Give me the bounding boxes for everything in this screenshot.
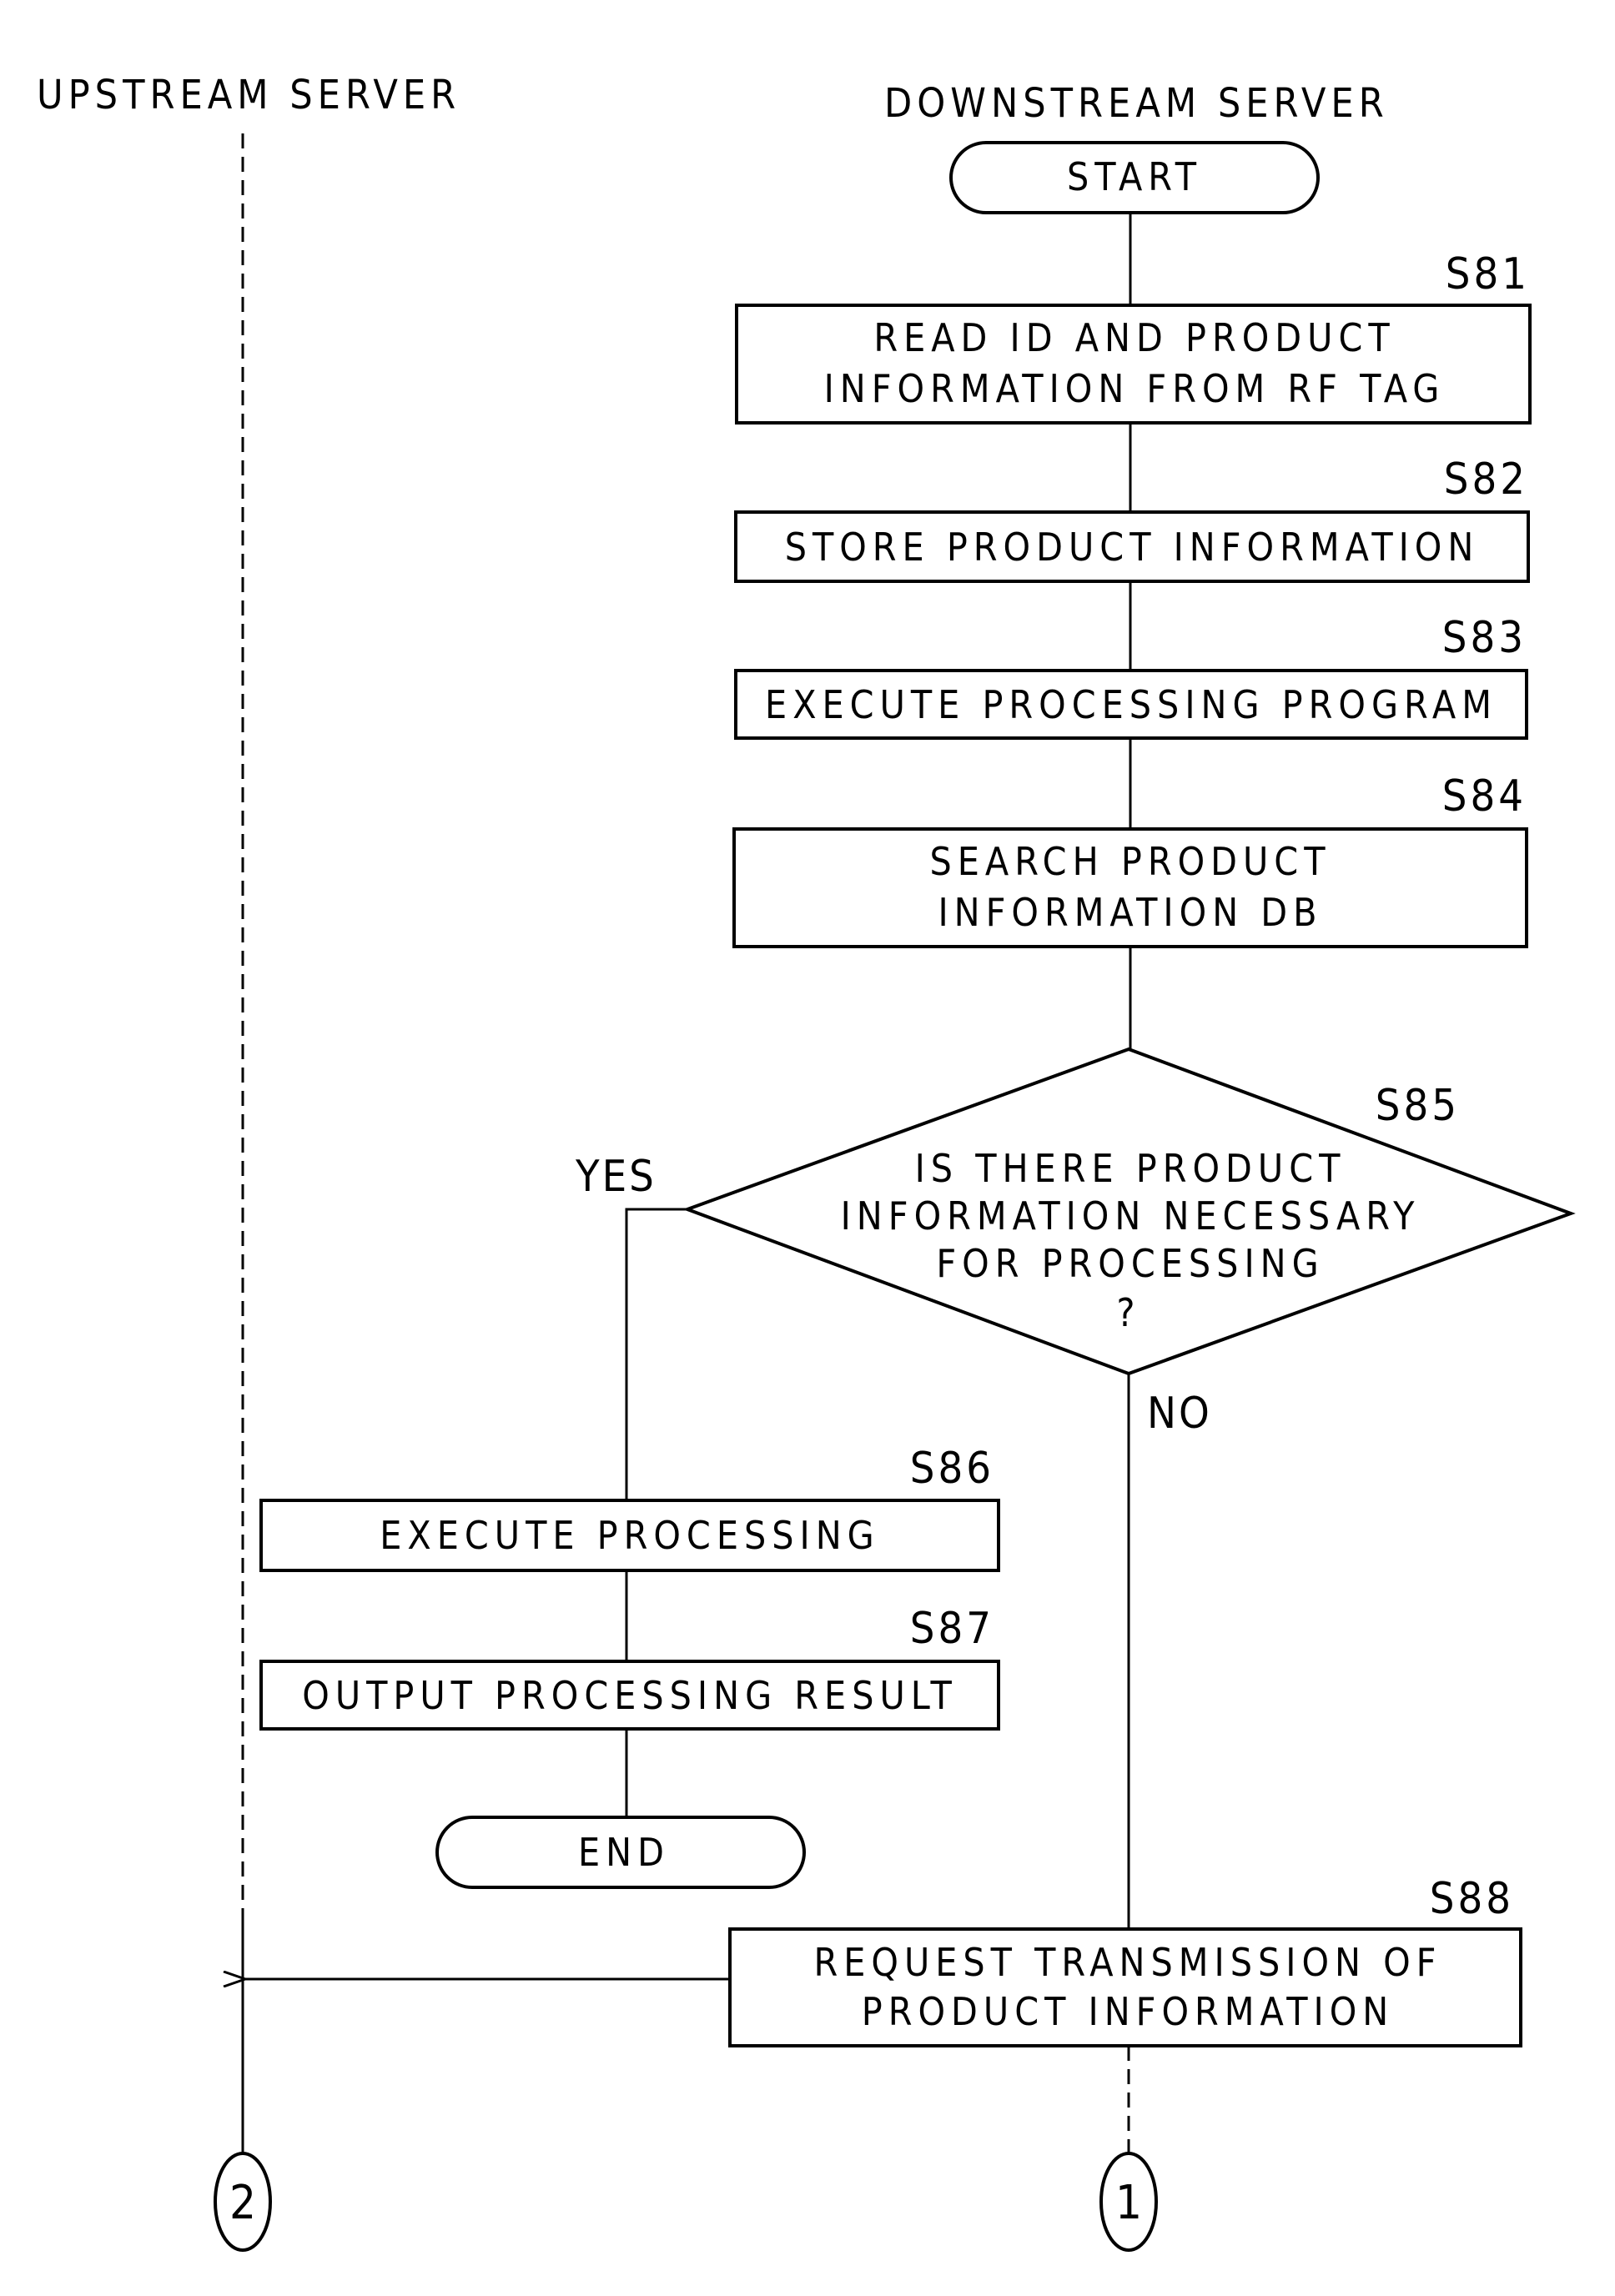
step-text-s81-line2: INFORMATION FROM RF TAG <box>824 366 1446 411</box>
decision-text-line3: FOR PROCESSING <box>936 1241 1324 1286</box>
step-text-s88-line2: PRODUCT INFORMATION <box>862 1989 1394 2034</box>
step-s88: S88 REQUEST TRANSMISSION OF PRODUCT INFO… <box>728 1874 1522 2047</box>
decision-text-line2: INFORMATION NECESSARY <box>841 1193 1421 1238</box>
step-text-s81-line1: READ ID AND PRODUCT <box>873 315 1395 360</box>
step-s82: S82 STORE PRODUCT INFORMATION <box>734 455 1530 583</box>
connector-2-label: 2 <box>229 2176 256 2230</box>
step-text-s83: EXECUTE PROCESSING PROGRAM <box>765 682 1497 727</box>
yes-label: YES <box>575 1152 657 1202</box>
step-id-s88: S88 <box>1430 1874 1514 1924</box>
step-id-s81: S81 <box>1446 249 1530 299</box>
flowchart: UPSTREAM SERVER DOWNSTREAM SERVER START … <box>37 72 1576 2252</box>
decision-text-line4: ? <box>1117 1290 1141 1335</box>
step-text-s84-line2: INFORMATION DB <box>938 890 1322 935</box>
step-id-s83: S83 <box>1442 613 1527 663</box>
no-label: NO <box>1147 1389 1212 1439</box>
step-text-s87: OUTPUT PROCESSING RESULT <box>302 1673 958 1718</box>
step-text-s86: EXECUTE PROCESSING <box>380 1513 880 1558</box>
end-label: END <box>578 1830 670 1875</box>
connector-1: 1 <box>1099 2152 1158 2252</box>
start-terminal: START <box>949 141 1320 214</box>
step-id-s87: S87 <box>910 1604 994 1654</box>
connector-yes-branch <box>625 1208 687 1500</box>
decision-text-line1: IS THERE PRODUCT <box>915 1146 1346 1191</box>
step-text-s84-line1: SEARCH PRODUCT <box>930 839 1331 884</box>
step-text-s82: STORE PRODUCT INFORMATION <box>785 525 1480 570</box>
end-terminal: END <box>435 1816 806 1889</box>
step-s87: S87 OUTPUT PROCESSING RESULT <box>259 1604 1000 1731</box>
downstream-lane-title: DOWNSTREAM SERVER <box>884 80 1389 127</box>
step-id-s86: S86 <box>910 1444 994 1494</box>
step-id-s82: S82 <box>1444 455 1528 505</box>
start-label: START <box>1067 154 1202 199</box>
step-id-s84: S84 <box>1442 771 1527 821</box>
upstream-lane-title: UPSTREAM SERVER <box>37 72 460 118</box>
step-text-s88-line1: REQUEST TRANSMISSION OF <box>814 1940 1442 1985</box>
step-id-s85: S85 <box>1376 1081 1460 1131</box>
decision-s85: S85 IS THERE PRODUCT INFORMATION NECESSA… <box>682 1047 1576 1376</box>
connector-1-label: 1 <box>1115 2176 1142 2230</box>
step-s81: S81 READ ID AND PRODUCT INFORMATION FROM… <box>735 249 1532 425</box>
connector-2: 2 <box>214 2152 272 2252</box>
step-s86: S86 EXECUTE PROCESSING <box>259 1444 1000 1572</box>
